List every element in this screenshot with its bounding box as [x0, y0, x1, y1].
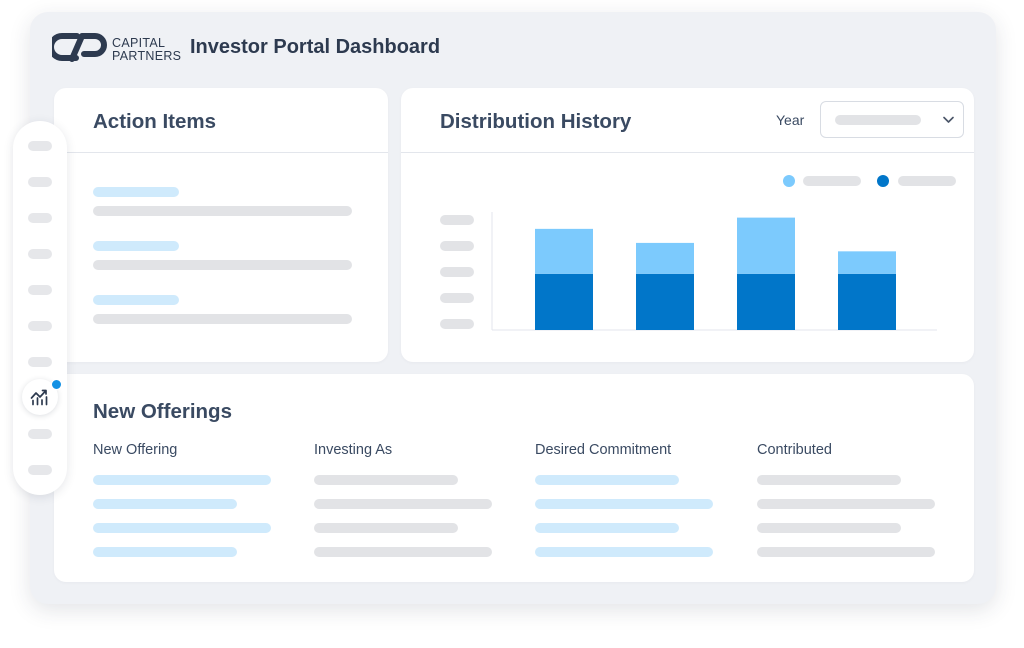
sidebar-item[interactable] — [28, 429, 52, 439]
sidebar-item[interactable] — [28, 465, 52, 475]
cell-placeholder — [757, 475, 901, 485]
bar-segment-dark[interactable] — [636, 273, 694, 330]
bar-segment-light[interactable] — [838, 251, 896, 274]
year-select-value-placeholder — [835, 115, 921, 125]
y-tick-label-placeholder — [440, 215, 474, 225]
cell-placeholder — [535, 475, 679, 485]
action-item-label-placeholder[interactable] — [93, 187, 179, 197]
analytics-icon — [30, 389, 48, 406]
action-items-title: Action Items — [93, 110, 217, 133]
sidebar-item[interactable] — [28, 249, 52, 259]
cell-placeholder — [314, 475, 458, 485]
cell-placeholder — [757, 523, 901, 533]
cell-placeholder — [757, 499, 935, 509]
sidebar-item[interactable] — [28, 357, 52, 367]
action-items-divider — [54, 152, 388, 153]
bar-segment-light[interactable] — [737, 217, 795, 274]
action-item-label-placeholder[interactable] — [93, 295, 179, 305]
cell-placeholder — [93, 499, 237, 509]
brand-line-2: PARTNERS — [112, 49, 182, 63]
year-select[interactable] — [820, 101, 964, 138]
bar-segment-dark[interactable] — [737, 273, 795, 330]
sidebar-item[interactable] — [28, 213, 52, 223]
cell-placeholder — [93, 475, 271, 485]
sidebar-item[interactable] — [28, 321, 52, 331]
year-label: Year — [776, 112, 805, 128]
legend-marker-dark — [877, 175, 889, 187]
action-item-text-placeholder[interactable] — [93, 206, 352, 216]
cell-placeholder — [93, 523, 271, 533]
y-tick-label-placeholder — [440, 293, 474, 303]
y-tick-label-placeholder — [440, 267, 474, 277]
cell-placeholder — [314, 523, 458, 533]
sidebar-item[interactable] — [28, 141, 52, 151]
column-header-desired-commitment: Desired Commitment — [535, 442, 672, 458]
action-items-card: Action Items — [54, 88, 388, 362]
distribution-history-title: Distribution History — [440, 110, 632, 133]
legend-label-placeholder — [898, 176, 956, 186]
column-header-investing-as: Investing As — [314, 442, 393, 458]
bar-segment-dark[interactable] — [535, 273, 593, 330]
bar-segment-light[interactable] — [636, 242, 694, 274]
cell-placeholder — [314, 499, 492, 509]
cell-placeholder — [535, 547, 713, 557]
cell-placeholder — [757, 547, 935, 557]
distribution-history-card: Distribution History Year — [401, 88, 974, 362]
y-tick-label-placeholder — [440, 319, 474, 329]
brand-name: CAPITAL PARTNERS — [112, 37, 181, 63]
action-item-text-placeholder[interactable] — [93, 260, 352, 270]
column-header-contributed: Contributed — [757, 442, 832, 458]
sidebar-nav — [13, 121, 67, 495]
notification-dot — [51, 379, 62, 390]
cell-placeholder — [314, 547, 492, 557]
new-offerings-title: New Offerings — [93, 400, 232, 423]
chevron-down-icon — [943, 116, 954, 123]
legend-marker-light — [783, 175, 795, 187]
action-item-text-placeholder[interactable] — [93, 314, 352, 324]
cell-placeholder — [93, 547, 237, 557]
cell-placeholder — [535, 523, 679, 533]
bar-segment-dark[interactable] — [838, 273, 896, 330]
y-tick-label-placeholder — [440, 241, 474, 251]
bar-segment-light[interactable] — [535, 228, 593, 274]
column-header-new-offering: New Offering — [93, 442, 178, 458]
distribution-divider — [401, 152, 974, 153]
distribution-bar-chart — [491, 212, 937, 331]
legend-label-placeholder — [803, 176, 861, 186]
sidebar-item[interactable] — [28, 285, 52, 295]
page-title: Investor Portal Dashboard — [190, 36, 441, 58]
action-item-label-placeholder[interactable] — [93, 241, 179, 251]
sidebar-item[interactable] — [28, 177, 52, 187]
capital-partners-logo — [52, 33, 107, 62]
cell-placeholder — [535, 499, 713, 509]
